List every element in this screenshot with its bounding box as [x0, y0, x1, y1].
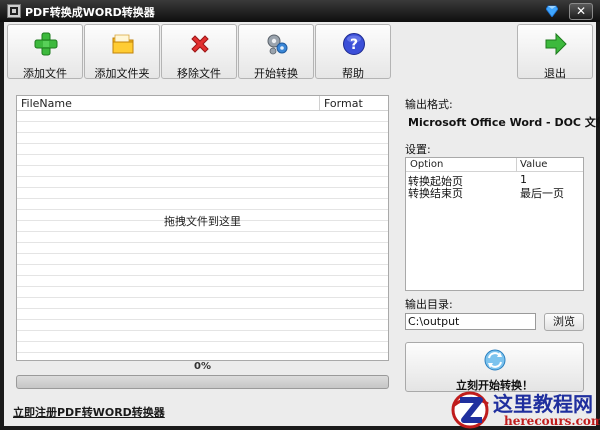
progress-percent: 0%: [194, 361, 211, 372]
column-divider[interactable]: [319, 96, 320, 111]
file-list-rows: [17, 111, 388, 360]
column-header-format[interactable]: Format: [324, 97, 363, 110]
settings-header: Option Value: [406, 158, 583, 172]
folder-icon: [112, 34, 134, 54]
output-format-label: 输出格式:: [405, 98, 453, 111]
add-folder-button[interactable]: 添加文件夹: [84, 24, 160, 80]
settings-value[interactable]: 最后一页: [520, 185, 564, 201]
convert-icon: [484, 349, 506, 371]
exit-arrow-icon: [545, 32, 567, 56]
output-dir-label: 输出目录:: [405, 298, 453, 311]
svg-text:?: ?: [350, 37, 358, 53]
start-convert-button[interactable]: 立刻开始转换！: [405, 342, 584, 392]
file-list-header: FileName Format: [17, 96, 388, 111]
settings-column-value[interactable]: Value: [520, 159, 547, 170]
skin-gem-icon[interactable]: [546, 5, 558, 17]
column-header-filename[interactable]: FileName: [21, 97, 72, 110]
register-link[interactable]: 立即注册PDF转WORD转换器: [13, 404, 165, 420]
help-icon: ?: [343, 33, 365, 55]
file-list[interactable]: FileName Format 拖拽文件到这里: [16, 95, 389, 361]
settings-row[interactable]: 转换起始页 1: [406, 173, 583, 188]
remove-file-label: 移除文件: [177, 67, 221, 80]
output-dir-input[interactable]: [405, 313, 536, 330]
watermark-url: herecours.com: [504, 414, 600, 428]
add-file-icon: [34, 32, 58, 56]
window-title: PDF转换成WORD转换器: [25, 6, 155, 19]
main-panel: 添加文件 添加文件夹 移除文件 开始转换 ? 帮助 退出 FileName Fo…: [4, 22, 600, 426]
start-convert-toolbar-button[interactable]: 开始转换: [238, 24, 314, 80]
watermark-logo-icon: [451, 391, 489, 429]
add-file-button[interactable]: 添加文件: [7, 24, 83, 80]
exit-label: 退出: [544, 67, 566, 80]
settings-column-option[interactable]: Option: [410, 159, 443, 170]
help-label: 帮助: [342, 67, 364, 80]
add-folder-label: 添加文件夹: [94, 67, 150, 80]
progress-bar: [16, 375, 389, 389]
add-file-label: 添加文件: [23, 67, 67, 80]
app-window: PDF转换成WORD转换器 ✕ 添加文件 添加文件夹 移除文件 开始转换 ? 帮…: [0, 0, 600, 430]
watermark-title: 这里教程网: [493, 392, 593, 416]
exit-button[interactable]: 退出: [517, 24, 593, 80]
settings-label: 设置:: [405, 143, 431, 156]
start-convert-toolbar-label: 开始转换: [254, 67, 298, 80]
settings-table[interactable]: Option Value 转换起始页 1 转换结束页 最后一页: [405, 157, 584, 291]
help-button[interactable]: ? 帮助: [315, 24, 391, 80]
app-logo-icon: [7, 4, 21, 18]
settings-row[interactable]: 转换结束页 最后一页: [406, 185, 583, 200]
remove-file-button[interactable]: 移除文件: [161, 24, 237, 80]
title-bar[interactable]: PDF转换成WORD转换器 ✕: [0, 0, 600, 22]
drop-hint: 拖拽文件到这里: [164, 215, 241, 228]
settings-column-divider[interactable]: [516, 158, 517, 172]
settings-option: 转换结束页: [408, 187, 463, 200]
gears-icon: [267, 34, 288, 55]
browse-button[interactable]: 浏览: [544, 313, 584, 331]
close-button[interactable]: ✕: [569, 3, 593, 20]
output-format-value[interactable]: Microsoft Office Word - DOC 文件: [408, 114, 600, 130]
remove-icon: [191, 35, 209, 53]
